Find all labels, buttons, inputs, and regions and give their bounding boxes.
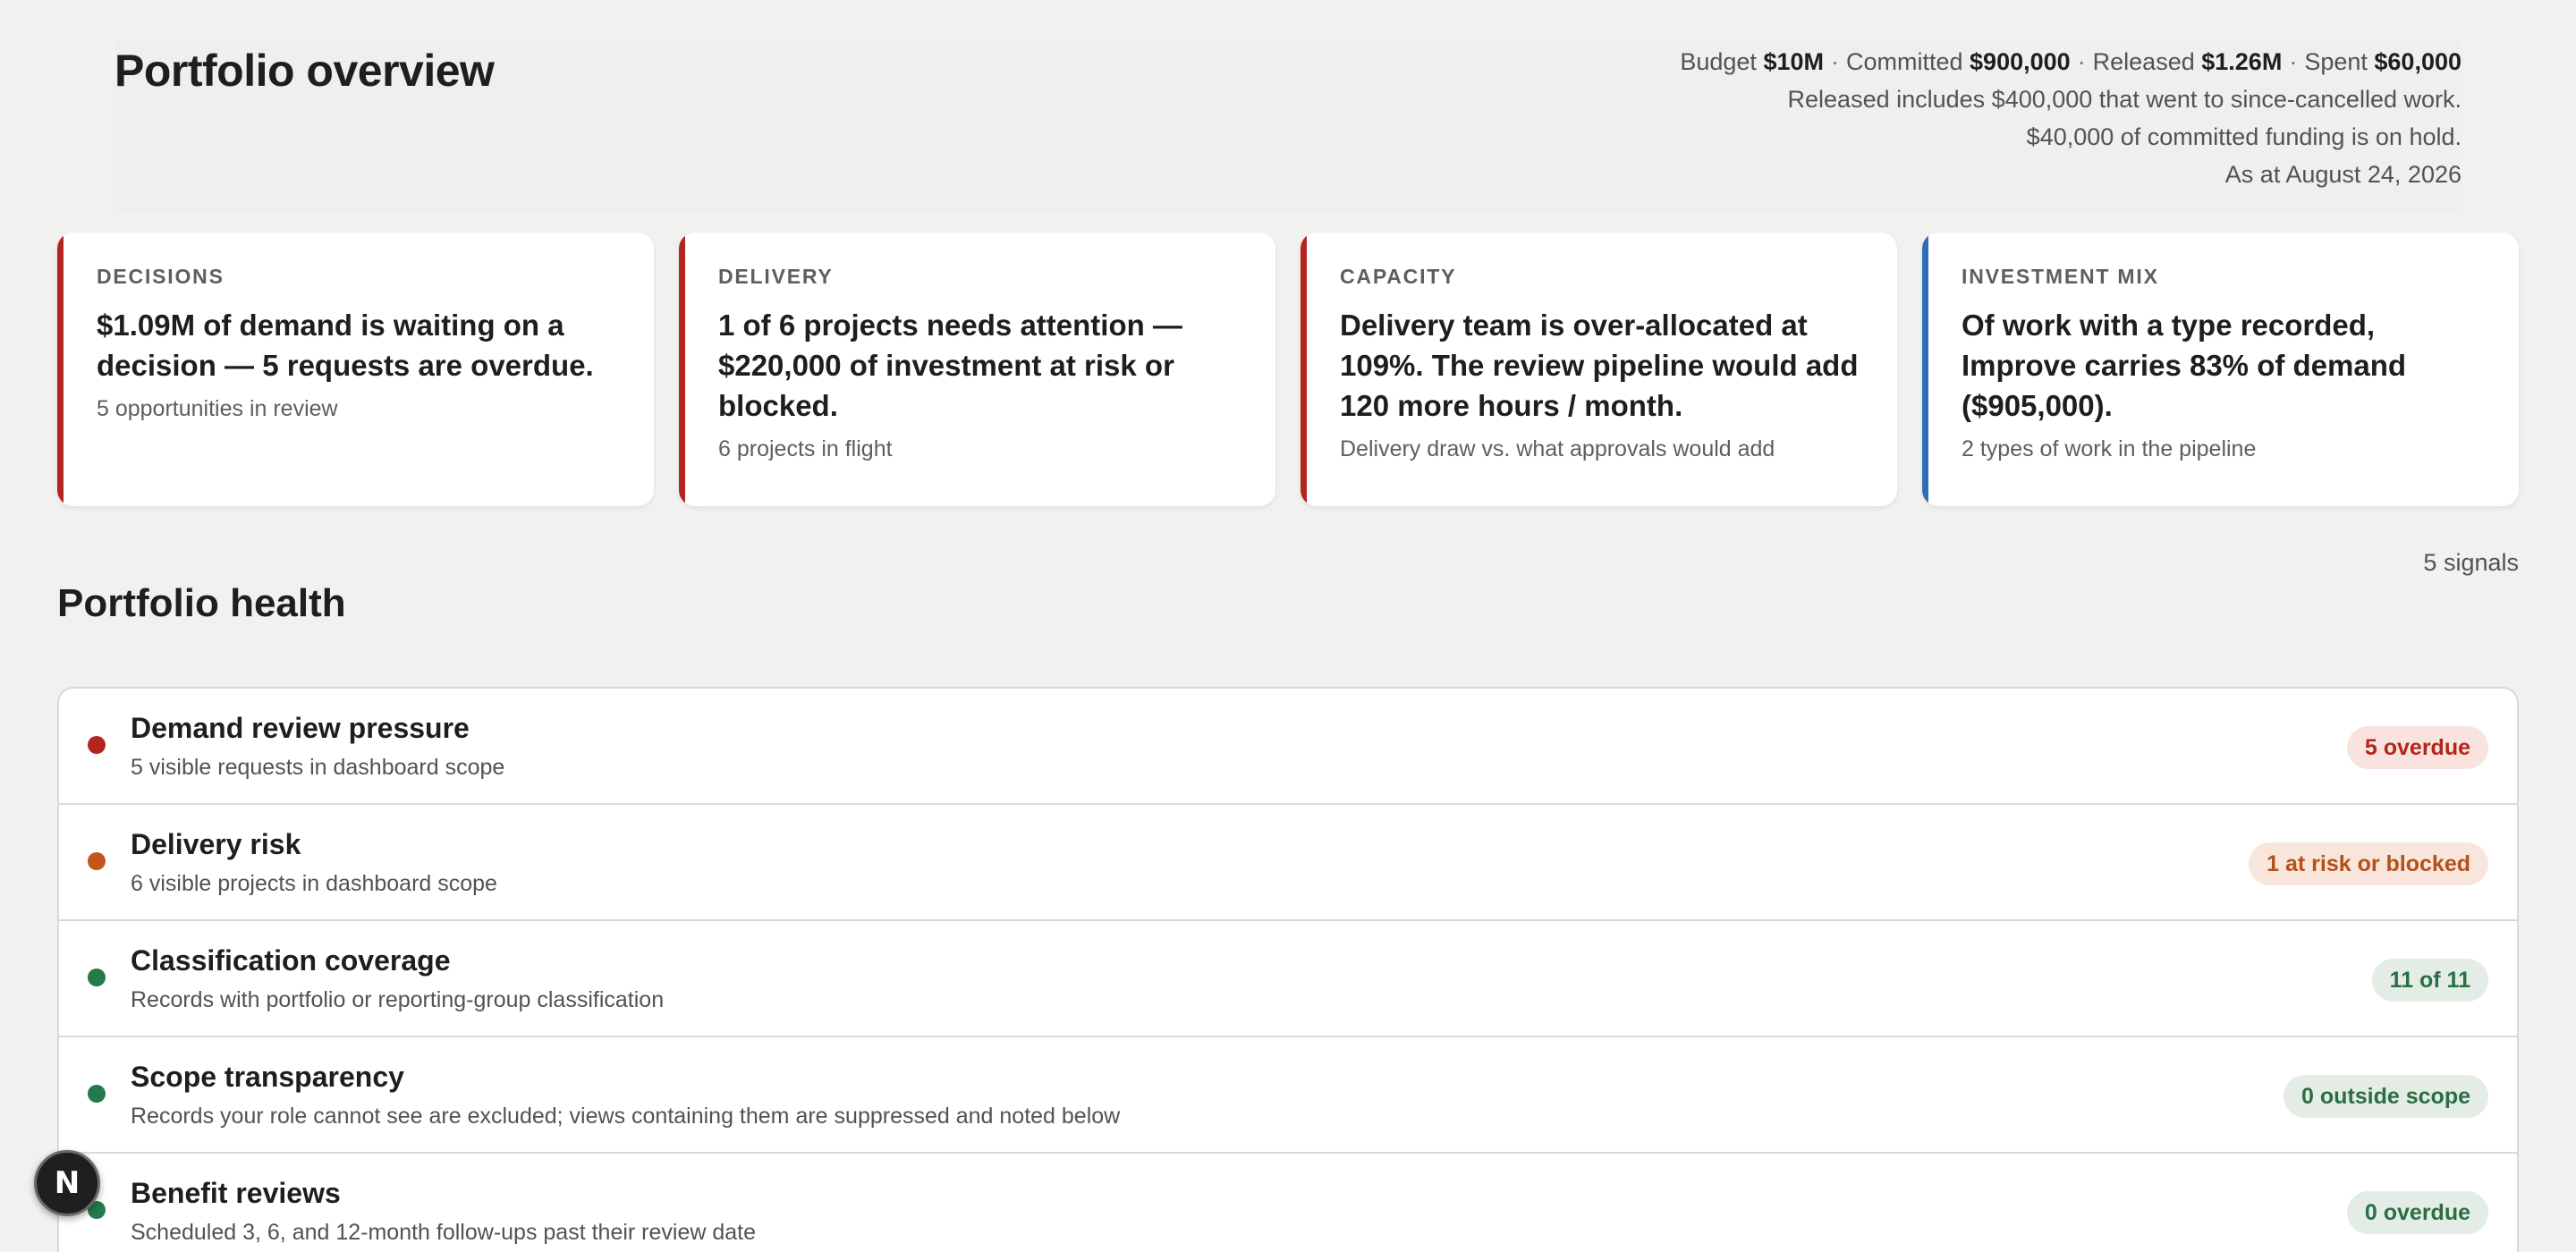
card-headline: 1 of 6 projects needs attention — $220,0… <box>718 309 1182 422</box>
status-dot-icon <box>88 852 106 870</box>
released-note: Released includes $400,000 that went to … <box>1787 86 2462 113</box>
card-kicker: DELIVERY <box>718 265 834 288</box>
card-headline: Delivery team is over-allocated at 109%.… <box>1340 309 1859 422</box>
row-title: Scope transparency <box>131 1061 404 1093</box>
row-title: Demand review pressure <box>131 712 470 744</box>
card-delivery[interactable]: DELIVERY 1 of 6 projects needs attention… <box>679 233 1275 506</box>
card-investment-mix[interactable]: INVESTMENT MIX Of work with a type recor… <box>1922 233 2519 506</box>
card-kicker: INVESTMENT MIX <box>1962 265 2159 288</box>
status-badge: 11 of 11 <box>2371 959 2488 1002</box>
card-headline: $1.09M of demand is waiting on a decisio… <box>97 309 594 382</box>
status-badge: 0 outside scope <box>2284 1075 2488 1118</box>
page-title: Portfolio overview <box>114 46 495 96</box>
committed-value: $900,000 <box>1970 48 2071 75</box>
card-headline: Of work with a type recorded, Improve ca… <box>1962 309 2407 422</box>
spent-label: Spent <box>2304 48 2368 75</box>
card-kicker: DECISIONS <box>97 265 225 288</box>
card-subtext: 5 opportunities in review <box>97 396 338 421</box>
card-subtext: Delivery draw vs. what approvals would a… <box>1340 436 1775 461</box>
page-header: Portfolio overview Budget $10M · Committed… <box>57 0 2519 212</box>
row-title: Benefit reviews <box>131 1177 341 1209</box>
status-dot-icon <box>88 1085 106 1103</box>
health-row-delivery-risk[interactable]: Delivery risk 6 visible projects in dash… <box>59 805 2517 921</box>
health-row-demand-review[interactable]: Demand review pressure 5 visible request… <box>59 689 2517 805</box>
released-value: $1.26M <box>2201 48 2283 75</box>
card-subtext: 6 projects in flight <box>718 436 893 461</box>
page: Portfolio overview Budget $10M · Committed… <box>0 0 2576 1252</box>
row-subtext: 5 visible requests in dashboard scope <box>131 755 505 780</box>
health-row-classification-coverage[interactable]: Classification coverage Records with por… <box>59 921 2517 1037</box>
signals-count: 5 signals <box>2423 549 2519 576</box>
health-signal-list: Demand review pressure 5 visible request… <box>57 687 2519 1252</box>
status-badge: 5 overdue <box>2346 726 2488 769</box>
budget-value: $10M <box>1763 48 1824 75</box>
row-subtext: Records your role cannot see are exclude… <box>131 1104 1121 1129</box>
health-row-benefit-reviews[interactable]: Benefit reviews Scheduled 3, 6, and 12-m… <box>59 1154 2517 1252</box>
insight-cards: DECISIONS $1.09M of demand is waiting on… <box>57 233 2519 506</box>
released-label: Released <box>2092 48 2195 75</box>
hold-note: $40,000 of committed funding is on hold. <box>2026 123 2462 150</box>
section-title-portfolio-health: Portfolio health <box>57 581 346 625</box>
separator: · <box>2289 48 2298 75</box>
row-subtext: Records with portfolio or reporting-grou… <box>131 987 665 1012</box>
card-capacity[interactable]: CAPACITY Delivery team is over-allocated… <box>1301 233 1897 506</box>
row-title: Delivery risk <box>131 828 301 860</box>
card-decisions[interactable]: DECISIONS $1.09M of demand is waiting on… <box>57 233 654 506</box>
separator: · <box>2077 48 2086 75</box>
committed-label: Committed <box>1845 48 1963 75</box>
separator: · <box>1830 48 1839 75</box>
spent-value: $60,000 <box>2374 48 2462 75</box>
health-row-scope-transparency[interactable]: Scope transparency Records your role can… <box>59 1037 2517 1154</box>
row-subtext: Scheduled 3, 6, and 12-month follow-ups … <box>131 1220 757 1245</box>
status-badge: 1 at risk or blocked <box>2249 842 2488 885</box>
next-logo-icon[interactable]: N <box>34 1150 100 1216</box>
budget-summary: Budget $10M · Committed $900,000 · Released … <box>1680 43 2462 193</box>
status-dot-icon <box>88 969 106 986</box>
row-title: Classification coverage <box>131 944 451 977</box>
row-subtext: 6 visible projects in dashboard scope <box>131 871 497 896</box>
status-dot-icon <box>88 736 106 754</box>
budget-summary-line: Budget $10M · Committed $900,000 · Released … <box>1680 43 2462 80</box>
as-at-date: As at August 24, 2026 <box>2224 161 2462 188</box>
status-badge: 0 overdue <box>2346 1191 2488 1234</box>
card-kicker: CAPACITY <box>1340 265 1457 288</box>
budget-label: Budget <box>1680 48 1757 75</box>
card-subtext: 2 types of work in the pipeline <box>1962 436 2257 461</box>
